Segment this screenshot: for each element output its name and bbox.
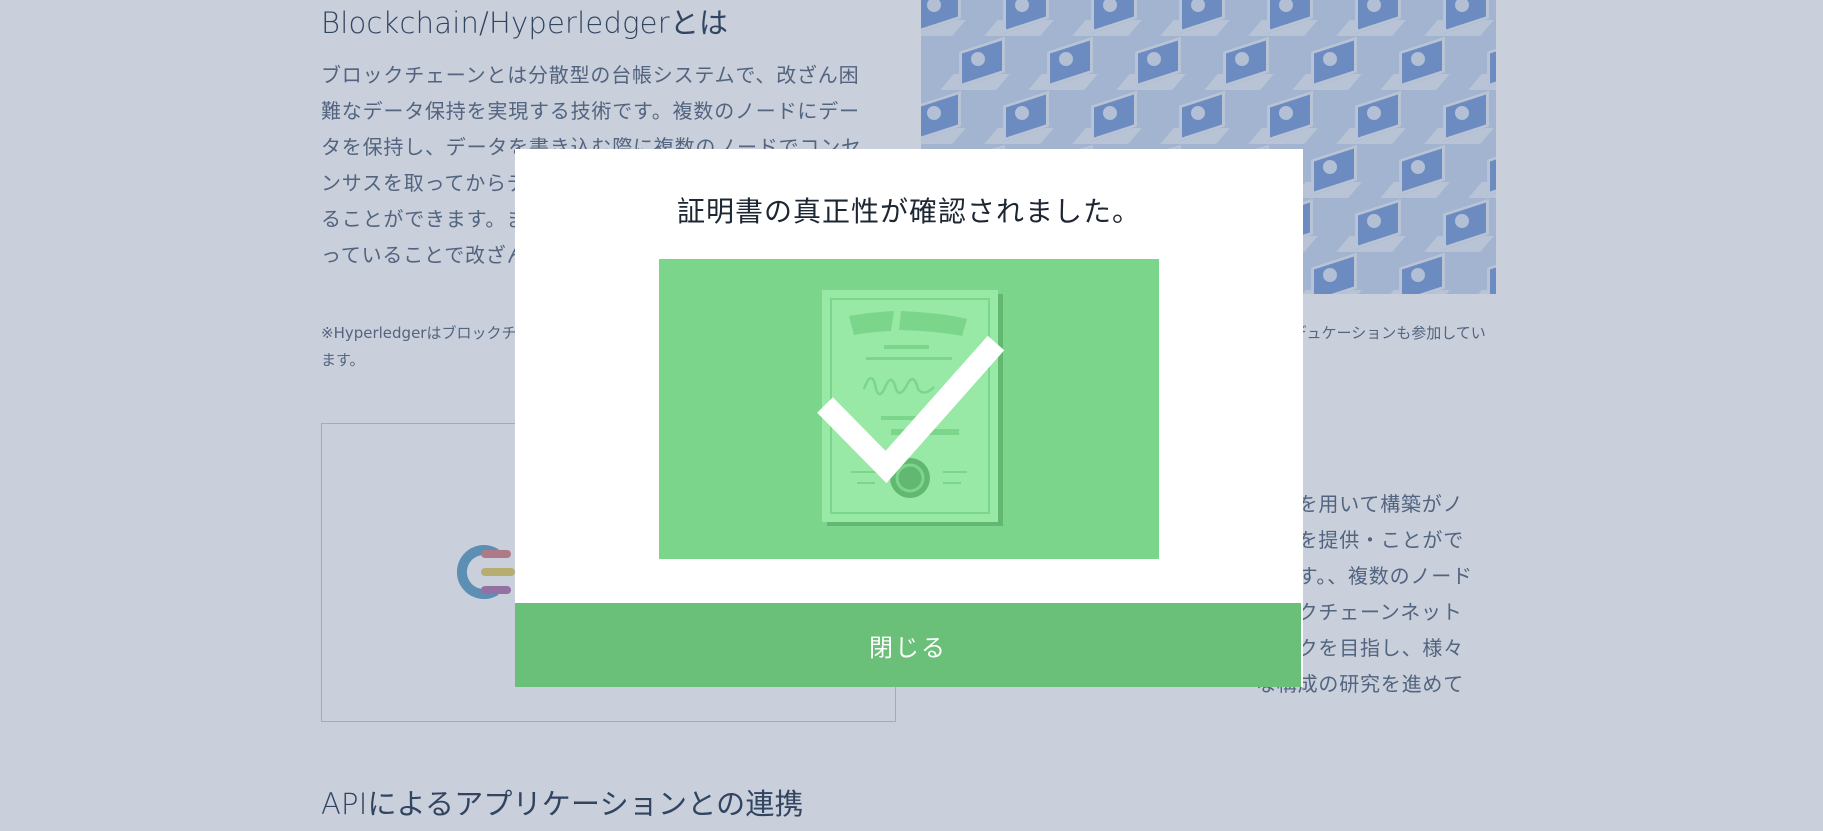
- modal-title: 証明書の真正性が確認されました。: [676, 195, 1141, 228]
- certificate-verified-illustration: [659, 259, 1159, 559]
- verification-modal: 証明書の真正性が確認されました。 閉じる: [515, 149, 1303, 687]
- close-button[interactable]: 閉じる: [515, 603, 1301, 687]
- certificate-check-icon: [817, 290, 1005, 526]
